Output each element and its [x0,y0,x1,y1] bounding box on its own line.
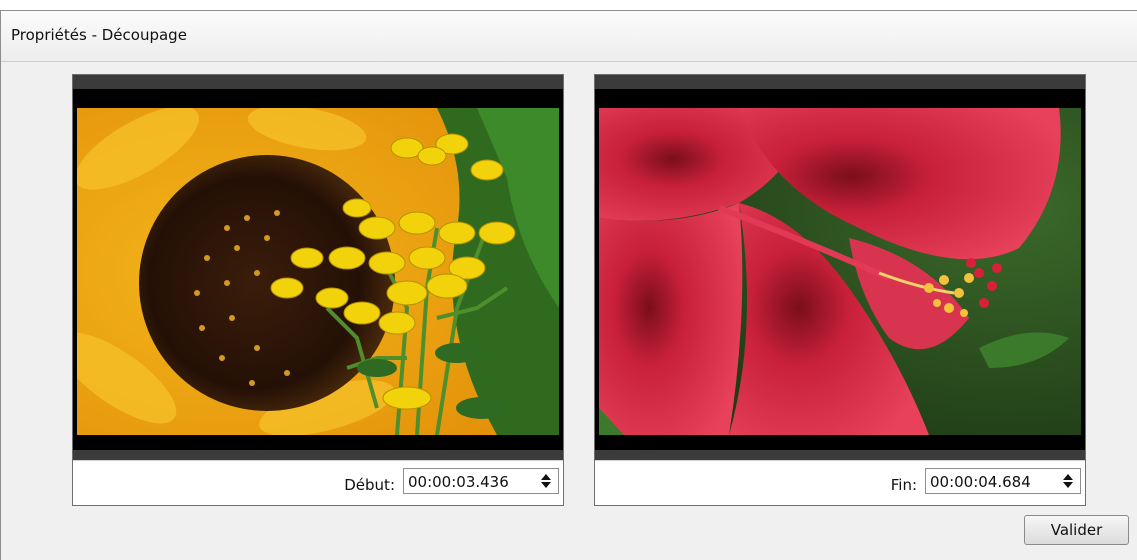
start-time-value[interactable]: 00:00:03.436 [408,473,509,491]
spin-arrows-icon[interactable] [536,469,556,493]
spin-down-icon[interactable] [1063,482,1073,488]
validate-button[interactable]: Valider [1024,515,1129,545]
letterbox-bottom [595,450,1085,460]
spin-up-icon[interactable] [1063,474,1073,480]
end-video-preview [595,75,1085,460]
letterbox-bottom [73,450,563,460]
letterbox-top [73,75,563,89]
start-video-preview [73,75,563,460]
letterbox-top [595,75,1085,89]
title-bar: Propriétés - Découpage [1,11,1137,62]
start-panel: Début: 00:00:03.436 [72,74,564,506]
end-panel: Fin: 00:00:04.684 [594,74,1086,506]
start-time-row: Début: 00:00:03.436 [73,460,563,506]
end-time-label: Fin: [890,476,917,494]
end-time-row: Fin: 00:00:04.684 [595,460,1085,506]
end-time-value[interactable]: 00:00:04.684 [930,473,1031,491]
start-time-label: Début: [344,476,395,494]
start-frame [77,108,559,435]
spin-down-icon[interactable] [541,482,551,488]
hibiscus-image [599,108,1081,435]
window-title: Propriétés - Découpage [11,26,187,44]
end-time-spinbox[interactable]: 00:00:04.684 [925,468,1081,494]
start-time-spinbox[interactable]: 00:00:03.436 [403,468,559,494]
sunflower-image [77,108,559,435]
spin-up-icon[interactable] [541,474,551,480]
end-frame [599,108,1081,435]
spin-arrows-icon[interactable] [1058,469,1078,493]
